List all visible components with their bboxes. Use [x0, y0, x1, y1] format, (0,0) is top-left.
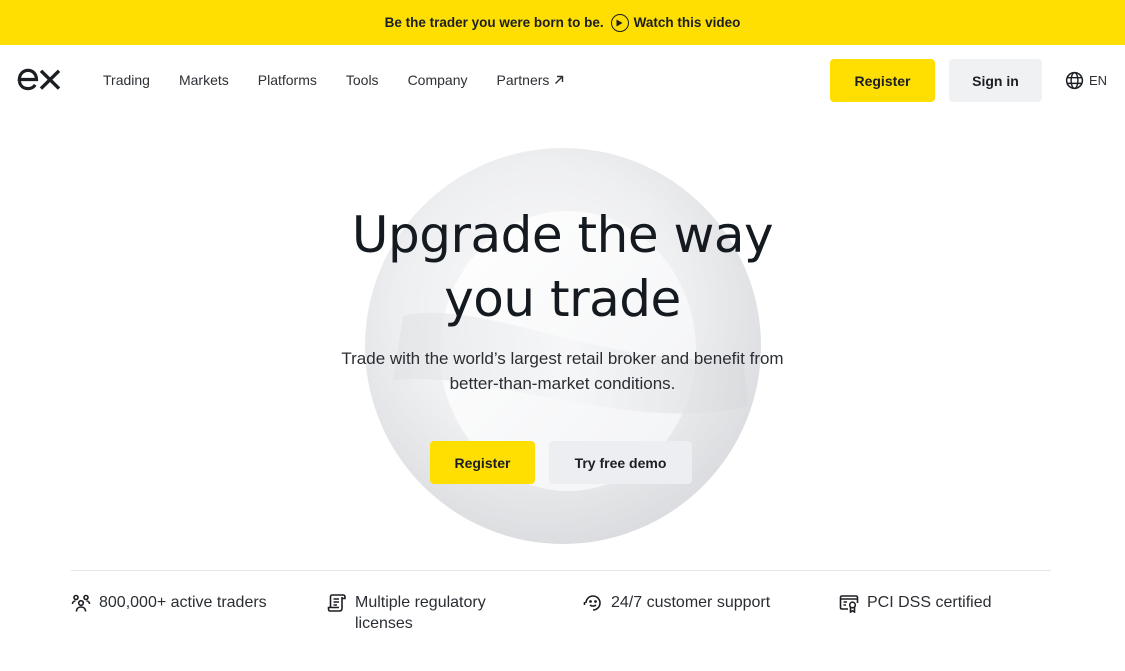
- globe-icon: [1065, 71, 1084, 90]
- feature-text: 800,000+ active traders: [99, 594, 267, 611]
- nav-partners-label: Partners: [496, 72, 550, 88]
- language-label: EN: [1089, 73, 1108, 88]
- nav-markets[interactable]: Markets: [179, 72, 229, 88]
- scroll-license-icon: [327, 594, 346, 612]
- try-free-demo-button[interactable]: Try free demo: [549, 441, 692, 484]
- users-icon: [71, 594, 91, 612]
- nav-tools[interactable]: Tools: [346, 72, 379, 88]
- nav-trading[interactable]: Trading: [103, 72, 150, 88]
- promo-text: Be the trader you were born to be.: [384, 15, 604, 30]
- play-circle-icon: [610, 13, 629, 32]
- support-headset-icon: [583, 595, 601, 611]
- feature-text: PCI DSS certified: [867, 594, 992, 611]
- feature-regulatory-licenses: Multiple regulatory licenses: [327, 592, 527, 634]
- main-nav: Trading Markets Platforms Tools Company …: [103, 45, 593, 115]
- promo-banner: Be the trader you were born to be. Watch…: [0, 0, 1125, 45]
- exness-logo[interactable]: [17, 67, 61, 91]
- nav-platforms[interactable]: Platforms: [258, 72, 317, 88]
- feature-pci-dss: PCI DSS certified: [839, 592, 991, 613]
- hero-subtitle-line2: better-than-market conditions.: [449, 374, 676, 393]
- feature-customer-support: 24/7 customer support: [583, 592, 770, 613]
- watch-video-label: Watch this video: [633, 15, 741, 30]
- header-signin-button[interactable]: Sign in: [949, 59, 1042, 102]
- feature-text: 24/7 customer support: [611, 594, 771, 611]
- watch-video-link[interactable]: Watch this video: [610, 13, 741, 32]
- hero-title: Upgrade the way you trade: [0, 203, 1125, 331]
- hero-subtitle: Trade with the world’s largest retail br…: [0, 346, 1125, 396]
- hero-title-line2: you trade: [444, 270, 681, 328]
- external-arrow-icon: [555, 75, 564, 84]
- hero-subtitle-line1: Trade with the world’s largest retail br…: [341, 349, 784, 368]
- certificate-icon: [839, 595, 859, 613]
- nav-company[interactable]: Company: [408, 72, 468, 88]
- header-register-button[interactable]: Register: [830, 59, 935, 102]
- feature-active-traders: 800,000+ active traders: [71, 592, 267, 613]
- hero-register-button[interactable]: Register: [430, 441, 535, 484]
- features-divider: [71, 570, 1051, 571]
- nav-partners[interactable]: Partners: [496, 72, 564, 88]
- site-header: Trading Markets Platforms Tools Company …: [0, 45, 1125, 115]
- language-selector[interactable]: EN: [1065, 71, 1107, 90]
- feature-text: Multiple regulatory licenses: [355, 594, 486, 632]
- hero-title-line1: Upgrade the way: [351, 206, 774, 264]
